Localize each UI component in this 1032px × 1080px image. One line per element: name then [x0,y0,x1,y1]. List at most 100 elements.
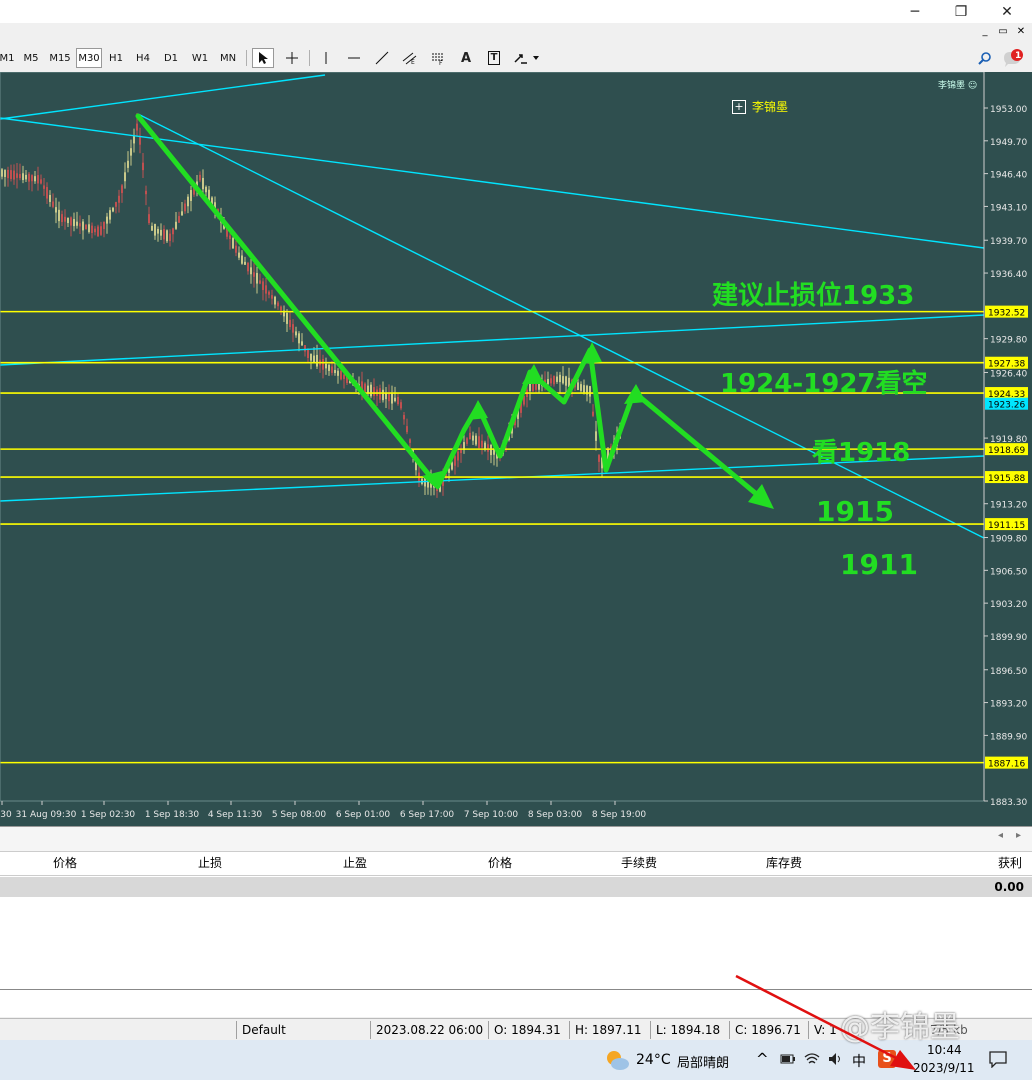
candle-body [172,228,174,235]
candle-body [325,363,327,369]
column-swap[interactable]: 库存费 [755,854,802,871]
inner-restore-button[interactable]: ▭ [996,26,1010,40]
candle-body [472,435,474,441]
notification-center-icon[interactable] [988,1050,1008,1071]
timeframe-d1[interactable]: D1 [159,48,183,68]
close-button[interactable]: ✕ [984,0,1030,23]
candle-body [61,214,63,223]
timeframe-mn[interactable]: MN [215,48,241,68]
cursor-icon[interactable] [252,48,274,68]
candle-body [253,272,255,277]
timeframe-m5[interactable]: M5 [19,48,43,68]
vertical-line-icon[interactable] [315,48,337,68]
restore-button[interactable]: ❐ [938,0,984,23]
price-tag: 1911.15 [988,521,1025,531]
candle-body [235,245,237,253]
column-price[interactable]: 价格 [40,854,77,871]
candle-body [136,123,138,131]
candle-body [28,173,30,182]
column-price-current[interactable]: 价格 [470,854,512,871]
candle-body [184,203,186,212]
inner-close-button[interactable]: ✕ [1014,26,1028,40]
candle-body [52,201,54,207]
candle-body [85,224,87,230]
fibonacci-icon[interactable]: F [427,48,449,68]
y-tick-label: 1899.90 [990,633,1027,643]
legend-label: 李锦墨 [752,100,789,114]
y-tick-label: 1896.50 [990,667,1027,677]
candle-body [304,345,306,352]
y-tick-label: 1903.20 [990,600,1027,610]
candle-body [271,295,273,299]
search-icon[interactable] [974,48,996,68]
candle-body [133,135,135,144]
chart-scrollbar[interactable]: ◂ ▸ [0,827,1032,852]
candle-body [1,169,3,177]
trend-line [0,117,985,249]
candle-body [55,207,57,213]
y-tick-label: 1953.00 [990,105,1027,115]
x-tick-label: 7 Sep 10:00 [464,810,519,820]
text-icon[interactable]: A [455,48,477,68]
timeframe-h1[interactable]: H1 [104,48,128,68]
candle-body [562,376,564,384]
crosshair-icon[interactable] [281,48,303,68]
red-pointer-arrow [735,974,916,1070]
weather-icon[interactable] [604,1048,630,1072]
inner-minimize-button[interactable]: _ [978,26,992,40]
timeframe-w1[interactable]: W1 [188,48,212,68]
candle-body [286,312,288,324]
price-tag: 1932.52 [988,309,1025,319]
notification-icon[interactable]: 1 [1002,48,1024,68]
timeframe-m15[interactable]: M15 [47,48,73,68]
target-1915-label: 1915 [816,495,894,528]
text-label-icon[interactable]: T [483,48,505,68]
weather-temperature[interactable]: 24°C [636,1052,671,1068]
column-profit[interactable]: 获利 [980,854,1022,871]
candle-body [328,364,330,371]
candle-body [313,355,315,363]
candle-body [46,187,48,199]
y-tick-label: 1936.40 [990,270,1027,280]
candle-body [559,374,561,383]
candle-body [238,252,240,258]
candle-body [34,176,36,182]
x-tick-label: 8 Sep 03:00 [528,810,583,820]
column-stop-loss[interactable]: 止损 [180,854,222,871]
horizontal-line-icon[interactable] [343,48,365,68]
legend-expand-icon[interactable]: + [732,99,746,114]
candle-body [466,438,468,444]
equidistant-channel-icon[interactable]: E [399,48,421,68]
chart-canvas: 1932.521927.381924.331923.261918.691915.… [0,72,1032,826]
candle-body [409,439,411,443]
candle-body [400,402,402,409]
chart-toolbar: M1 M5 M15 M30 H1 H4 D1 W1 MN E F A T 1 [0,44,1032,73]
candle-body [91,225,93,234]
candle-body [94,228,96,233]
column-commission[interactable]: 手续费 [610,854,657,871]
candle-body [298,333,300,344]
scroll-right-icon[interactable]: ▸ [1016,830,1021,841]
terminal-header [0,851,1032,876]
timeframe-m1[interactable]: M1 [0,48,15,68]
timeframe-h4[interactable]: H4 [131,48,155,68]
y-tick-label: 1929.80 [990,336,1027,346]
trendline-icon[interactable] [371,48,393,68]
minimize-button[interactable]: ─ [892,0,938,23]
trend-line [0,314,985,366]
arrows-icon[interactable] [511,48,541,68]
timeframe-m30[interactable]: M30 [76,48,102,68]
price-chart[interactable]: 1932.52 1927.38 1924.33 1923.26 1918.69 1915.… [0,72,1032,826]
candle-body [49,195,51,202]
candle-body [262,281,264,291]
indicator-legend[interactable]: + 李锦墨 [732,98,788,115]
column-take-profit[interactable]: 止盈 [325,854,367,871]
x-tick-label: 4 Sep 11:30 [208,810,263,820]
status-profile: Default [242,1023,286,1037]
scroll-left-icon[interactable]: ◂ [998,830,1003,841]
weather-description[interactable]: 局部晴朗 [677,1052,729,1071]
candle-body [553,375,555,385]
y-tick-label: 1913.20 [990,501,1027,511]
candle-body [583,385,585,393]
candle-body [115,202,117,207]
